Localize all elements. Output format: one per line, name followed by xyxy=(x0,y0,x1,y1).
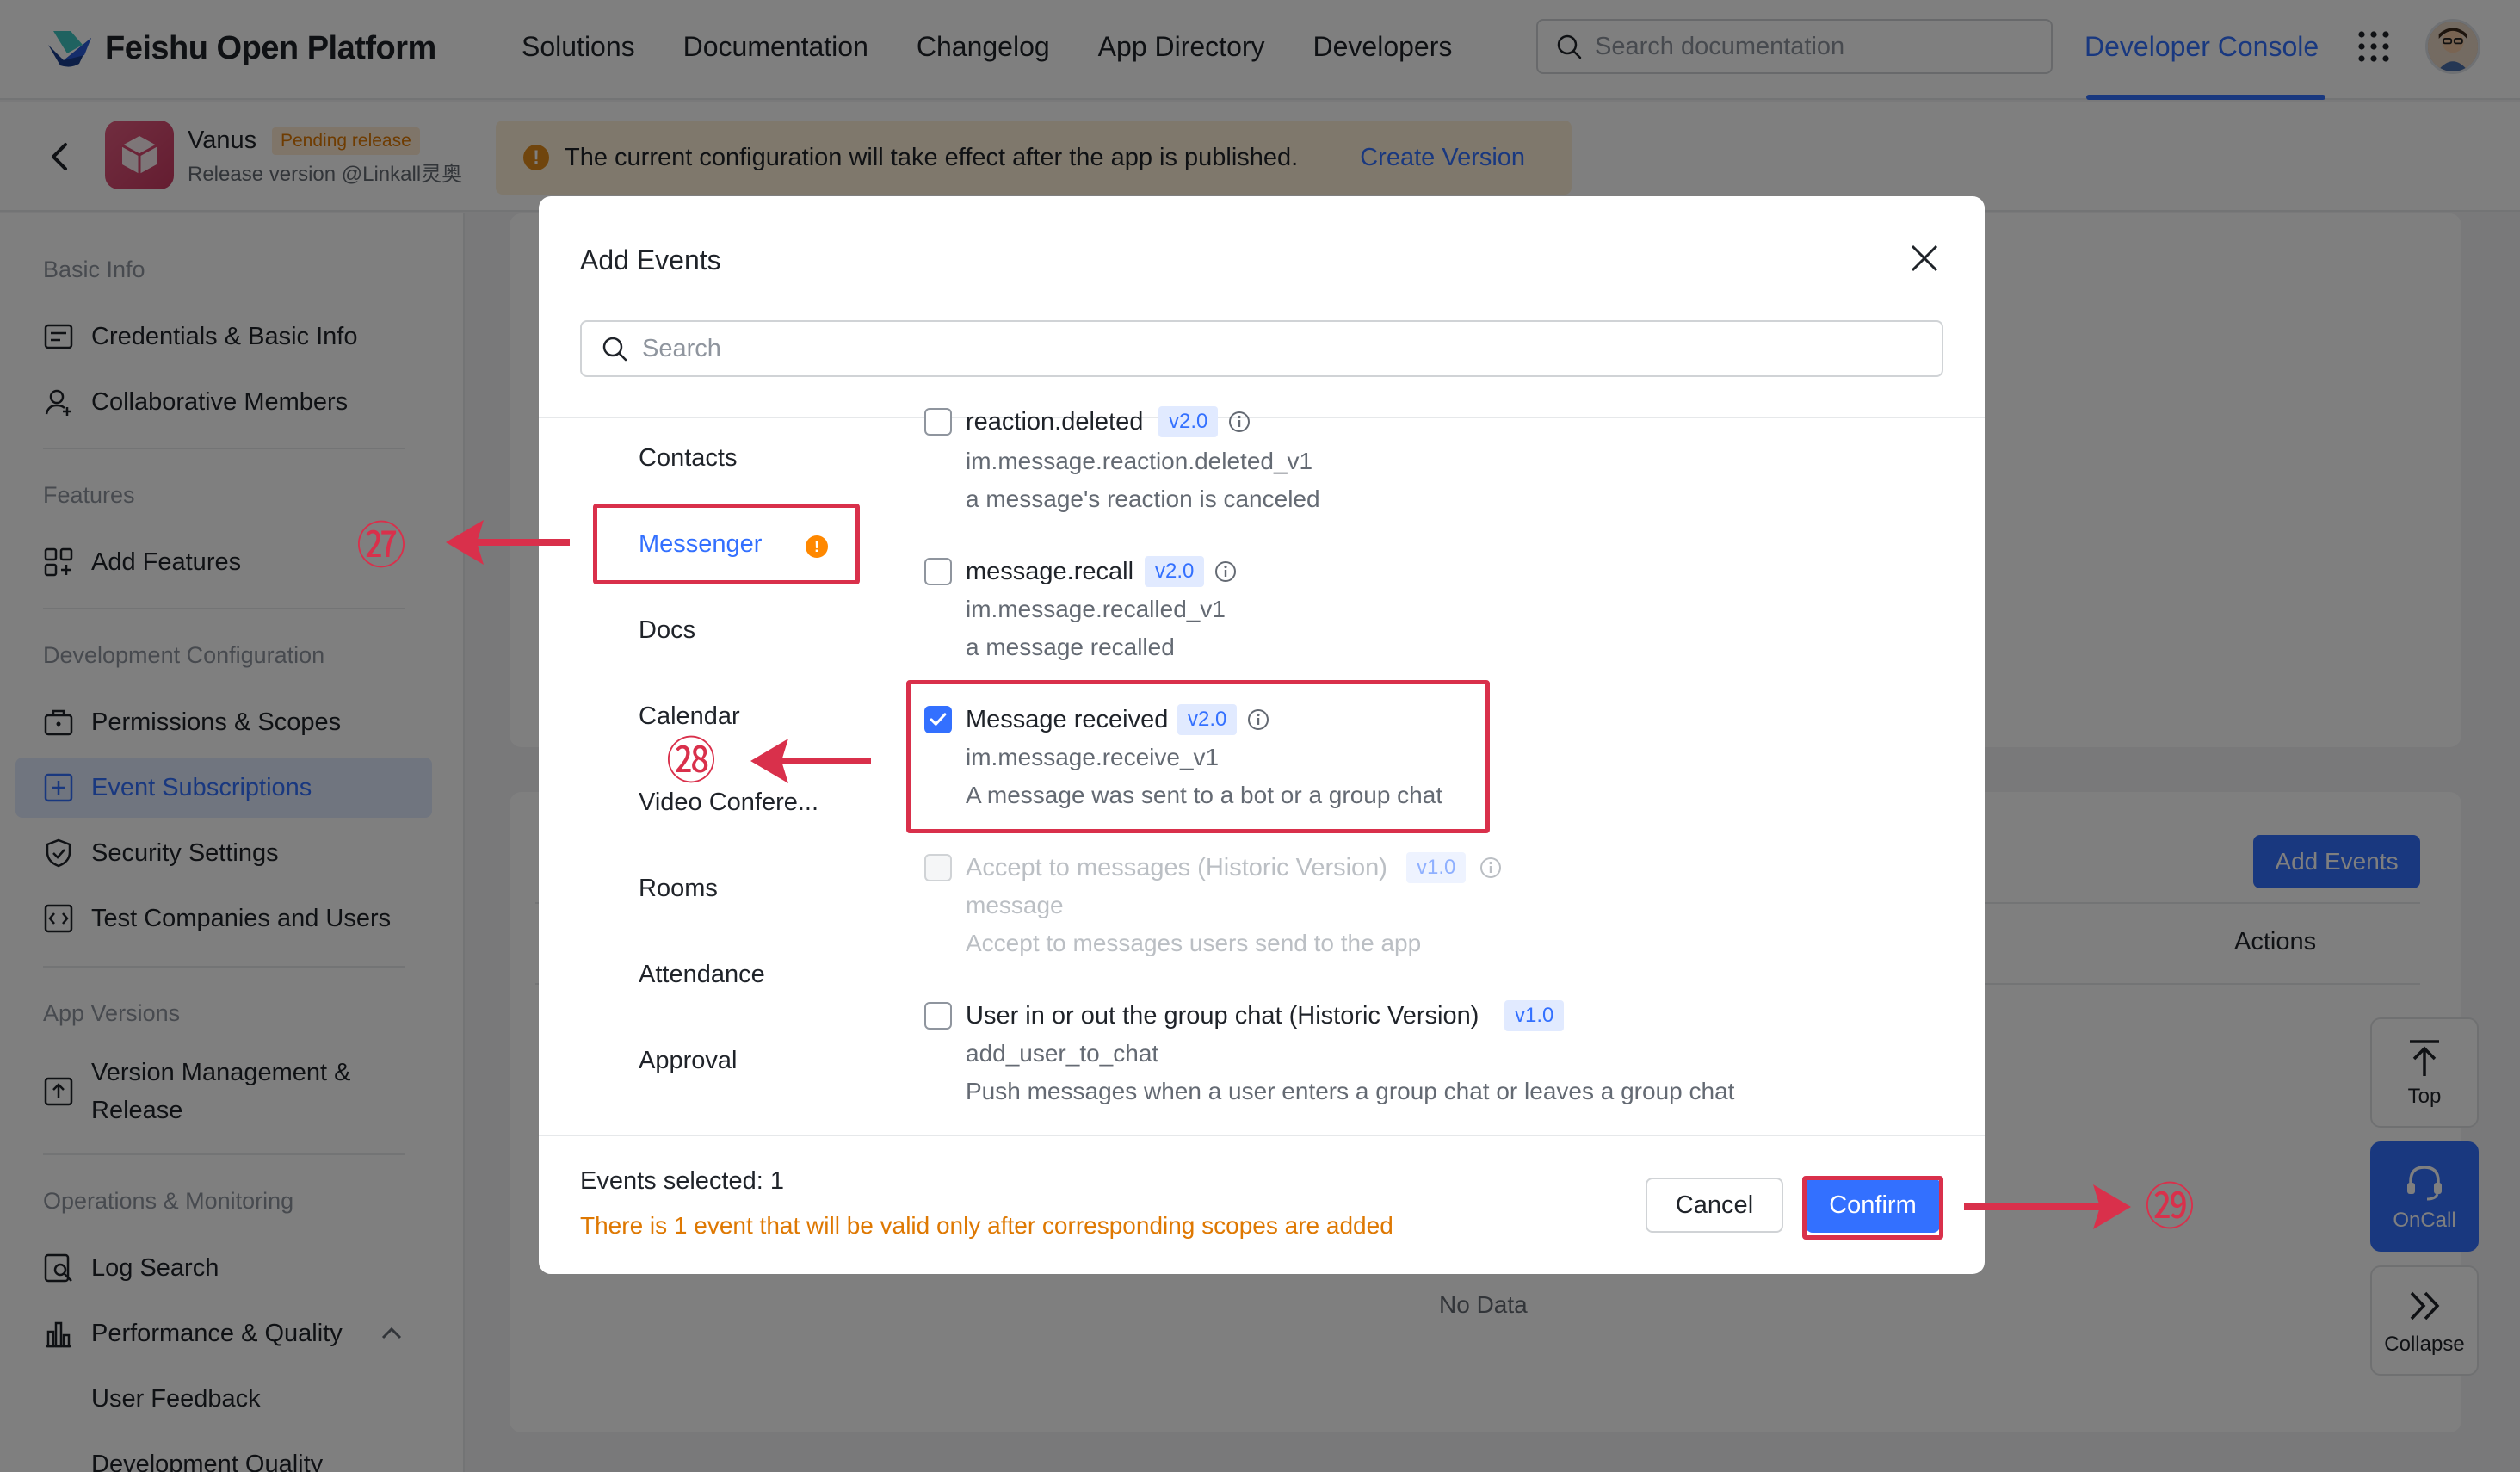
event-search-input[interactable] xyxy=(642,334,1916,363)
category-attendance[interactable]: Attendance xyxy=(639,957,765,992)
annotation-number-27: ㉗ xyxy=(356,516,407,575)
info-icon[interactable] xyxy=(1479,856,1503,880)
category-approval[interactable]: Approval xyxy=(639,1043,737,1078)
category-docs[interactable]: Docs xyxy=(639,613,695,647)
event-version-badge: v2.0 xyxy=(1145,556,1205,587)
event-version-badge: v2.0 xyxy=(1158,406,1219,437)
event-name: reaction.deleted xyxy=(966,408,1144,436)
event-checkbox-message-recall[interactable] xyxy=(924,558,952,585)
info-icon[interactable] xyxy=(1227,410,1251,434)
event-search-box[interactable] xyxy=(580,320,1943,377)
highlight-message-received xyxy=(906,680,1490,833)
event-checkbox-accept-messages xyxy=(924,854,952,881)
event-description: Push messages when a user enters a group… xyxy=(966,1078,1735,1104)
dialog-divider xyxy=(539,417,1985,418)
event-code: message xyxy=(966,892,1064,918)
dialog-title: Add Events xyxy=(580,244,721,275)
category-calendar[interactable]: Calendar xyxy=(639,699,740,733)
arrow-right-icon xyxy=(1964,1184,2131,1229)
event-checkbox-reaction-deleted[interactable] xyxy=(924,408,952,436)
event-code: im.message.recalled_v1 xyxy=(966,596,1226,622)
event-version-badge: v1.0 xyxy=(1406,852,1467,883)
arrow-left-icon xyxy=(750,739,871,783)
close-icon[interactable] xyxy=(1905,239,1943,277)
arrow-left-icon xyxy=(446,520,570,565)
highlight-messenger xyxy=(593,504,860,584)
selected-count: Events selected: 1 xyxy=(580,1167,784,1195)
event-description: Accept to messages users send to the app xyxy=(966,930,1422,956)
highlight-confirm xyxy=(1802,1176,1943,1240)
event-description: a message recalled xyxy=(966,634,1175,660)
event-code: im.message.reaction.deleted_v1 xyxy=(966,448,1313,474)
app-root: Feishu Open Platform Solutions Documenta… xyxy=(0,0,2520,1472)
cancel-button[interactable]: Cancel xyxy=(1646,1178,1783,1233)
dialog-divider xyxy=(539,1135,1985,1136)
category-rooms[interactable]: Rooms xyxy=(639,871,718,906)
event-name: User in or out the group chat (Historic … xyxy=(966,1002,1479,1030)
event-checkbox-user-in-out-chat[interactable] xyxy=(924,1002,952,1030)
event-version-badge: v1.0 xyxy=(1504,1000,1565,1031)
annotation-number-29: ㉙ xyxy=(2145,1178,2196,1236)
event-name: Accept to messages (Historic Version) xyxy=(966,854,1387,881)
event-name: message.recall xyxy=(966,558,1134,585)
category-contacts[interactable]: Contacts xyxy=(639,441,737,475)
annotation-number-28: ㉘ xyxy=(666,732,717,790)
search-icon xyxy=(602,337,627,362)
event-description: a message's reaction is canceled xyxy=(966,486,1320,512)
info-icon[interactable] xyxy=(1214,560,1238,584)
scope-warning: There is 1 event that will be valid only… xyxy=(580,1212,1393,1239)
event-code: add_user_to_chat xyxy=(966,1040,1159,1067)
